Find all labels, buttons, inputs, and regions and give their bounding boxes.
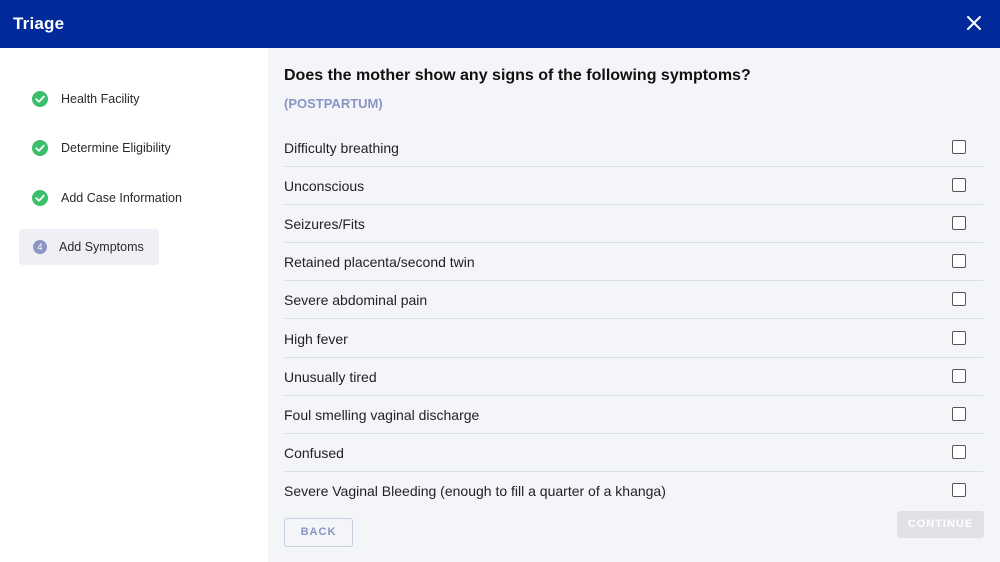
symptom-row[interactable]: Foul smelling vaginal discharge [284, 395, 983, 434]
symptom-row[interactable]: Confused [284, 433, 983, 472]
symptom-checkbox[interactable] [952, 254, 966, 268]
step-label: Add Case Information [61, 191, 182, 205]
check-circle-icon [32, 140, 48, 156]
header-bar: Triage [0, 0, 1000, 48]
step-label: Add Symptoms [59, 240, 144, 254]
symptom-label: Retained placenta/second twin [284, 254, 475, 270]
symptom-row[interactable]: Unconscious [284, 166, 983, 205]
form-subtitle: (POSTPARTUM) [284, 96, 383, 111]
symptom-checkbox[interactable] [952, 369, 966, 383]
dialog-title: Triage [13, 14, 65, 33]
stepper-sidebar: Health Facility Determine Eligibility Ad… [0, 48, 268, 562]
symptom-checkbox[interactable] [952, 445, 966, 459]
step-add-case-information[interactable]: Add Case Information [19, 180, 182, 216]
step-number-badge: 4 [33, 240, 47, 254]
symptom-label: Foul smelling vaginal discharge [284, 407, 480, 423]
symptom-row[interactable]: Unusually tired [284, 357, 983, 396]
back-button[interactable]: BACK [284, 518, 353, 547]
symptom-label: Unusually tired [284, 369, 377, 385]
symptom-label: Unconscious [284, 178, 365, 194]
check-circle-icon [32, 190, 48, 206]
symptom-row[interactable]: Seizures/Fits [284, 204, 983, 243]
step-determine-eligibility[interactable]: Determine Eligibility [19, 130, 171, 166]
symptom-row[interactable]: Difficulty breathing [284, 128, 983, 167]
step-label: Determine Eligibility [61, 141, 171, 155]
symptom-checkbox[interactable] [952, 292, 966, 306]
symptom-row[interactable]: Retained placenta/second twin [284, 242, 983, 281]
symptom-checkbox[interactable] [952, 331, 966, 345]
step-health-facility[interactable]: Health Facility [19, 81, 159, 117]
step-label: Health Facility [61, 92, 140, 106]
symptom-row[interactable]: Severe Vaginal Bleeding (enough to fill … [284, 471, 983, 509]
symptom-label: Severe abdominal pain [284, 292, 428, 308]
symptom-row[interactable]: Severe abdominal pain [284, 280, 983, 319]
symptom-label: Difficulty breathing [284, 140, 399, 156]
symptom-label: High fever [284, 331, 348, 347]
question-heading: Does the mother show any signs of the fo… [284, 67, 751, 84]
symptom-form: Does the mother show any signs of the fo… [268, 48, 1000, 562]
symptom-checkbox[interactable] [952, 140, 966, 154]
step-add-symptoms[interactable]: 4 Add Symptoms [19, 229, 159, 265]
symptom-checkbox[interactable] [952, 216, 966, 230]
symptom-checkbox[interactable] [952, 178, 966, 192]
symptom-label: Confused [284, 445, 344, 461]
symptom-label: Severe Vaginal Bleeding (enough to fill … [284, 483, 666, 499]
symptom-checkbox[interactable] [952, 483, 966, 497]
symptom-checkbox[interactable] [952, 407, 966, 421]
close-icon[interactable] [962, 11, 986, 35]
symptom-label: Seizures/Fits [284, 216, 365, 232]
check-circle-icon [32, 91, 48, 107]
continue-button[interactable]: CONTINUE [897, 511, 984, 538]
symptom-row[interactable]: High fever [284, 319, 983, 358]
